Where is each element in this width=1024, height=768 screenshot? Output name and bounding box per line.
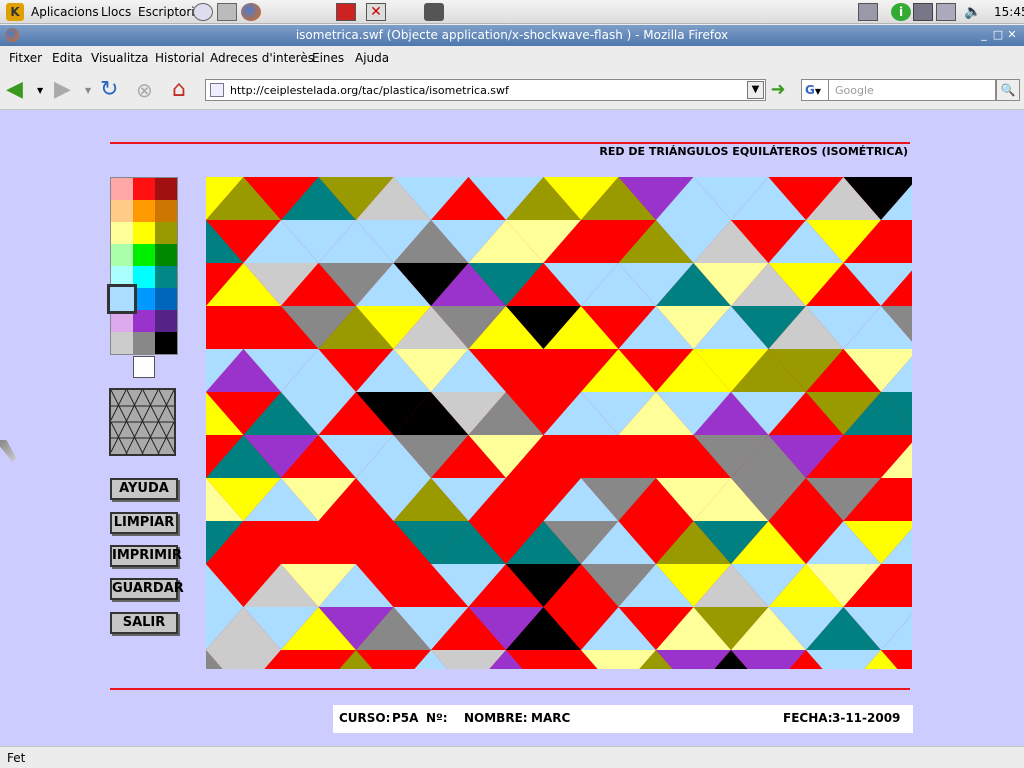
menu-historial[interactable]: Historial (155, 51, 205, 65)
window-title: isometrica.swf (Objecte application/x-sh… (295, 28, 729, 42)
url-bar[interactable]: http://ceiplestelada.org/tac/plastica/is… (205, 79, 766, 101)
forward-history-dropdown[interactable]: ▼ (85, 86, 91, 95)
status-bar: Fet (0, 746, 1024, 768)
forward-arrow-icon[interactable]: ▶ (54, 77, 80, 103)
color-swatch[interactable] (111, 222, 133, 244)
fecha-value: 3-11-2009 (832, 711, 901, 725)
stop-icon[interactable]: ⊗ (136, 77, 162, 103)
iso-grid-tool-icon[interactable] (109, 388, 176, 456)
menu-visualitza[interactable]: Visualitza (91, 51, 149, 65)
home-icon[interactable]: ⌂ (172, 77, 198, 103)
color-swatch[interactable] (111, 200, 133, 222)
color-swatch[interactable] (155, 266, 177, 288)
search-engine-google-icon[interactable]: G▼ (801, 79, 829, 101)
color-swatch[interactable] (111, 332, 133, 354)
color-swatch[interactable] (133, 332, 155, 354)
nombre-label: NOMBRE: (464, 711, 528, 725)
panel-clock[interactable]: 15:45 (994, 5, 1024, 19)
url-dropdown-icon[interactable]: ▼ (747, 81, 764, 99)
nombre-value: MARC (531, 711, 571, 725)
color-swatch[interactable] (133, 222, 155, 244)
page-icon (210, 83, 224, 97)
color-palette (110, 177, 178, 355)
selected-color-frame (107, 284, 137, 314)
display-icon[interactable] (936, 3, 956, 21)
volume-icon[interactable]: 🔈 (964, 3, 984, 21)
status-text: Fet (7, 751, 26, 765)
file-manager-icon[interactable] (217, 3, 237, 21)
menu-adreces[interactable]: Adreces d'interès (210, 51, 314, 65)
color-swatch[interactable] (111, 178, 133, 200)
color-swatch[interactable] (155, 200, 177, 222)
color-swatch[interactable] (155, 332, 177, 354)
url-text[interactable]: http://ceiplestelada.org/tac/plastica/is… (230, 84, 509, 97)
back-arrow-icon[interactable]: ◀ (6, 77, 32, 103)
limpiar-button[interactable]: LIMPIAR (110, 512, 178, 534)
close-icon[interactable]: ✕ (1005, 28, 1019, 42)
bottom-red-rule (110, 688, 910, 690)
isometric-drawing-canvas[interactable] (206, 177, 912, 669)
color-swatch[interactable] (133, 178, 155, 200)
network-icon[interactable] (858, 3, 878, 21)
go-arrow-icon[interactable]: ➜ (767, 79, 789, 101)
screenshot-icon[interactable] (424, 3, 444, 21)
color-swatch[interactable] (155, 178, 177, 200)
color-swatch[interactable] (155, 244, 177, 266)
monitor-icon[interactable] (913, 3, 933, 21)
app-heading: RED DE TRIÁNGULOS EQUILÁTEROS (ISOMÉTRIC… (599, 145, 908, 158)
imprimir-button[interactable]: IMPRIMIR (110, 545, 182, 567)
minimize-icon[interactable]: _ (977, 28, 991, 42)
menu-fitxer[interactable]: Fitxer (9, 51, 42, 65)
menu-ajuda[interactable]: Ajuda (355, 51, 389, 65)
search-magnifier-icon[interactable]: 🔍 (996, 79, 1020, 101)
clock-launcher-icon[interactable] (193, 3, 213, 21)
color-swatch[interactable] (155, 288, 177, 310)
window-titlebar[interactable]: isometrica.swf (Objecte application/x-sh… (0, 25, 1024, 46)
force-quit-icon[interactable]: ✕ (366, 3, 386, 21)
num-label: Nº: (426, 711, 448, 725)
color-swatch[interactable] (111, 244, 133, 266)
salir-button[interactable]: SALIR (110, 612, 178, 634)
search-field[interactable]: Google (828, 79, 996, 101)
fecha-label: FECHA: (783, 711, 833, 725)
menubar: Fitxer Edita Visualitza Historial Adrece… (0, 47, 1024, 69)
iso-grid-lines (110, 389, 175, 455)
color-swatch[interactable] (155, 222, 177, 244)
menu-eines[interactable]: Eines (312, 51, 344, 65)
curso-value: P5A (392, 711, 419, 725)
student-info-bar: CURSO: P5A Nº: NOMBRE: MARC FECHA: 3-11-… (333, 705, 913, 733)
maximize-icon[interactable]: □ (991, 28, 1005, 42)
k-menu-icon[interactable]: K (6, 3, 24, 21)
logout-icon[interactable] (336, 3, 356, 21)
ayuda-button[interactable]: AYUDA (110, 478, 178, 500)
top-red-rule (110, 142, 910, 144)
back-history-dropdown[interactable]: ▼ (37, 86, 43, 95)
color-swatch[interactable] (133, 244, 155, 266)
menu-escriptori[interactable]: Escriptori (138, 5, 195, 19)
color-swatch[interactable] (133, 200, 155, 222)
swatch-white[interactable] (133, 356, 155, 378)
search-placeholder: Google (835, 84, 874, 97)
menu-llocs[interactable]: Llocs (101, 5, 131, 19)
color-swatch[interactable] (155, 310, 177, 332)
guardar-button[interactable]: GUARDAR (110, 578, 184, 600)
reload-icon[interactable]: ↻ (100, 77, 126, 103)
info-icon[interactable]: i (891, 3, 911, 21)
top-panel: K Aplicacions Llocs Escriptori ✕ i 🔈 15:… (0, 0, 1024, 24)
curso-label: CURSO: (339, 711, 391, 725)
menu-aplicacions[interactable]: Aplicacions (31, 5, 99, 19)
firefox-icon[interactable] (241, 3, 261, 21)
menu-edita[interactable]: Edita (52, 51, 83, 65)
